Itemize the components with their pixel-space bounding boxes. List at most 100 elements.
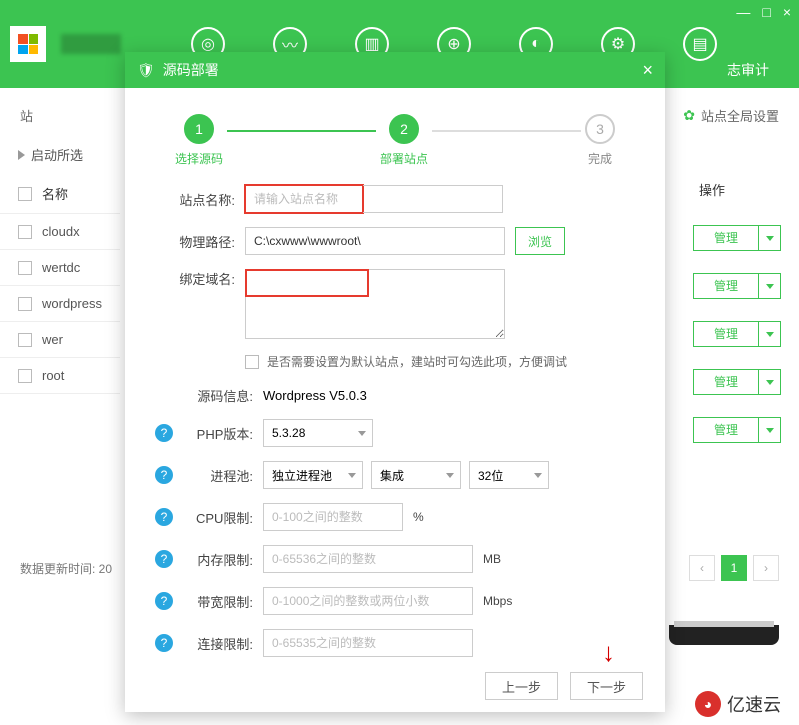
minimize-icon[interactable]: — — [736, 4, 750, 20]
mb-unit: MB — [483, 552, 501, 566]
step-2: 2部署站点 — [380, 114, 428, 167]
toolbar-icon-7[interactable]: ▤ — [683, 27, 717, 61]
manage-dropdown-icon[interactable] — [758, 226, 780, 250]
help-icon[interactable]: ? — [155, 592, 173, 610]
modal-close-icon[interactable]: × — [642, 60, 653, 81]
select-all-checkbox[interactable] — [18, 187, 32, 201]
help-icon[interactable]: ? — [155, 424, 173, 442]
site-name: wer — [42, 332, 63, 347]
global-settings-link[interactable]: 站点全局设置 — [701, 106, 779, 125]
header-tab-partial: 志审计 — [727, 60, 769, 80]
physical-path-input[interactable] — [245, 227, 505, 255]
bind-domain-input[interactable] — [245, 269, 505, 339]
pager-page-1[interactable]: 1 — [721, 555, 747, 581]
list-header-row: 名称 — [0, 174, 120, 214]
cpu-limit-input[interactable] — [263, 503, 403, 531]
deploy-form: 站点名称: 物理路径: 浏览 绑定域名: 是否需要设置为默认站点，建站时可勾选此… — [125, 175, 665, 657]
manage-label: 管理 — [694, 370, 758, 394]
prev-step-button[interactable]: 上一步 — [485, 672, 558, 700]
manage-dropdown-icon[interactable] — [758, 322, 780, 346]
modal-footer: 上一步 下一步 — [485, 672, 643, 700]
source-info-label: 源码信息: — [181, 386, 253, 405]
operations-column: 操作 管理 管理 管理 管理 管理 — [693, 180, 781, 443]
pager-next[interactable]: › — [753, 555, 779, 581]
pager-prev[interactable]: ‹ — [689, 555, 715, 581]
conn-limit-input[interactable] — [263, 629, 473, 657]
manage-label: 管理 — [694, 322, 758, 346]
ops-header: 操作 — [693, 180, 781, 199]
mbps-unit: Mbps — [483, 594, 512, 608]
php-version-select[interactable]: 5.3.28 — [263, 419, 373, 447]
manage-dropdown-icon[interactable] — [758, 274, 780, 298]
brand-watermark: ◕ 亿速云 — [695, 691, 781, 717]
app-logo — [10, 26, 46, 62]
row-checkbox[interactable] — [18, 225, 32, 239]
help-icon[interactable]: ? — [155, 634, 173, 652]
step-3: 3完成 — [585, 114, 615, 167]
process-pool-label: 进程池: — [181, 466, 253, 485]
row-checkbox[interactable] — [18, 333, 32, 347]
default-site-checkbox[interactable] — [245, 355, 259, 369]
list-item[interactable]: wordpress — [0, 286, 120, 322]
row-checkbox[interactable] — [18, 261, 32, 275]
windows-icon — [18, 34, 38, 54]
percent-unit: % — [413, 510, 424, 524]
start-selected-button[interactable]: 启动所选 — [0, 135, 120, 174]
brand-icon: ◕ — [695, 691, 721, 717]
pool-mode-value: 集成 — [380, 467, 404, 484]
laptop-illustration — [669, 625, 779, 645]
bw-limit-label: 带宽限制: — [181, 592, 253, 611]
site-name: cloudx — [42, 224, 80, 239]
update-time-text: 数据更新时间: 20 — [20, 560, 112, 577]
help-icon[interactable]: ? — [155, 508, 173, 526]
manage-button[interactable]: 管理 — [693, 273, 781, 299]
help-icon[interactable]: ? — [155, 550, 173, 568]
manage-button[interactable]: 管理 — [693, 321, 781, 347]
next-step-button[interactable]: 下一步 — [570, 672, 643, 700]
list-item[interactable]: root — [0, 358, 120, 394]
help-icon[interactable]: ? — [155, 466, 173, 484]
deploy-modal: 🛡 源码部署 × 1选择源码 2部署站点 3完成 站点名称: 物理路径: 浏览 … — [125, 52, 665, 712]
brand-text: 亿速云 — [727, 691, 781, 717]
site-name-input[interactable] — [245, 185, 363, 213]
pool-bit-value: 32位 — [478, 467, 503, 484]
cpu-limit-label: CPU限制: — [181, 508, 253, 527]
close-icon[interactable]: × — [783, 4, 791, 20]
pool-mode-select[interactable]: 集成 — [371, 461, 461, 489]
browse-button[interactable]: 浏览 — [515, 227, 565, 255]
window-controls: — □ × — [736, 4, 791, 20]
site-name-input-ext[interactable] — [363, 185, 503, 213]
row-checkbox[interactable] — [18, 369, 32, 383]
pool-bit-select[interactable]: 32位 — [469, 461, 549, 489]
mem-limit-label: 内存限制: — [181, 550, 253, 569]
maximize-icon[interactable]: □ — [762, 4, 770, 20]
list-item[interactable]: cloudx — [0, 214, 120, 250]
name-column-header: 名称 — [42, 184, 68, 203]
php-version-label: PHP版本: — [181, 424, 253, 443]
source-info-value: Wordpress V5.0.3 — [263, 388, 367, 403]
bw-limit-input[interactable] — [263, 587, 473, 615]
step-1-label: 选择源码 — [175, 150, 223, 167]
pager: ‹ 1 › — [689, 555, 779, 581]
manage-dropdown-icon[interactable] — [758, 370, 780, 394]
manage-button[interactable]: 管理 — [693, 225, 781, 251]
manage-label: 管理 — [694, 274, 758, 298]
pool-type-select[interactable]: 独立进程池 — [263, 461, 363, 489]
site-name: wordpress — [42, 296, 102, 311]
step-1: 1选择源码 — [175, 114, 223, 167]
pool-type-value: 独立进程池 — [272, 467, 332, 484]
list-item[interactable]: wertdc — [0, 250, 120, 286]
site-name: root — [42, 368, 64, 383]
manage-button[interactable]: 管理 — [693, 369, 781, 395]
mem-limit-input[interactable] — [263, 545, 473, 573]
manage-dropdown-icon[interactable] — [758, 418, 780, 442]
manage-button[interactable]: 管理 — [693, 417, 781, 443]
modal-title: 源码部署 — [163, 60, 219, 80]
bind-domain-label: 绑定域名: — [155, 269, 235, 288]
list-item[interactable]: wer — [0, 322, 120, 358]
manage-label: 管理 — [694, 226, 758, 250]
site-list: 启动所选 名称 cloudx wertdc wordpress wer root — [0, 135, 120, 394]
row-checkbox[interactable] — [18, 297, 32, 311]
php-version-value: 5.3.28 — [272, 426, 305, 440]
play-icon — [18, 150, 25, 160]
